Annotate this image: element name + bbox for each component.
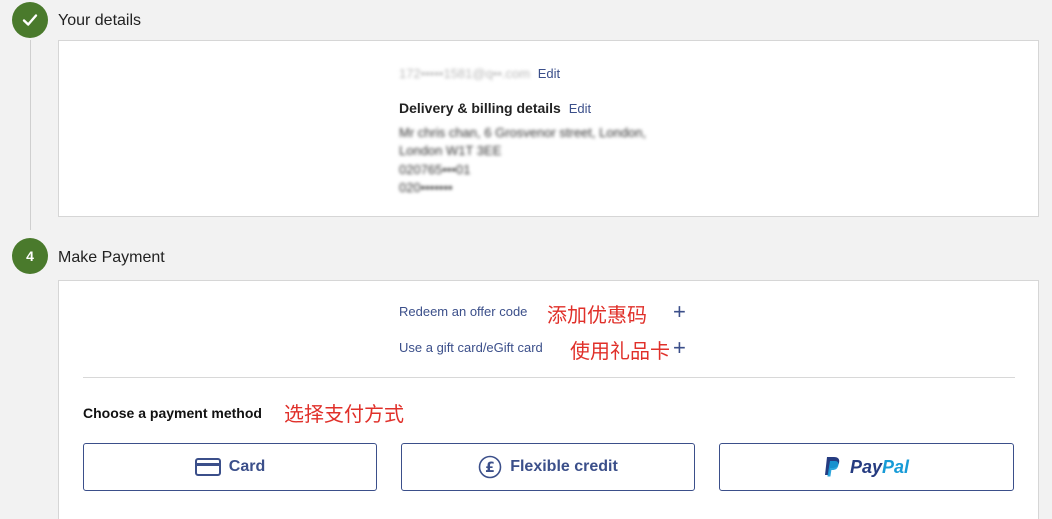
step-title-your-details: Your details [58, 12, 142, 29]
svg-text:£: £ [485, 460, 495, 476]
address-line-2: London W1T 3EE [399, 143, 502, 158]
step-4-badge: 4 [12, 238, 48, 274]
details-panel: 172•••••1581@q••.com Edit Delivery & bil… [58, 40, 1039, 217]
gift-card-link[interactable]: Use a gift card/eGift card [399, 340, 543, 355]
pound-coin-icon: £ [478, 455, 502, 479]
step-rail [30, 40, 31, 230]
flexible-credit-button[interactable]: £ Flexible credit [401, 443, 695, 491]
divider [83, 377, 1015, 378]
step-title-make-payment: Make Payment [58, 249, 165, 266]
add-gift-card-plus-icon[interactable]: + [673, 337, 686, 359]
paypal-word-pay: Pay [849, 456, 882, 477]
paypal-button[interactable]: PayPal [719, 443, 1014, 491]
paypal-logo-icon [824, 457, 840, 477]
email-line: 172•••••1581@q••.com Edit [399, 66, 560, 81]
card-label: Card [228, 458, 266, 475]
paypal-word-pal: Pal [882, 456, 910, 477]
gift-annotation: 使用礼品卡 [570, 339, 670, 363]
phone-line-2: 020••••••• [399, 180, 453, 195]
step-complete-badge [12, 2, 48, 38]
address-line-1: Mr chris chan, 6 Grosvenor street, Londo… [399, 125, 647, 140]
paypal-wordmark: PayPal [850, 457, 909, 478]
redeem-offer-link[interactable]: Redeem an offer code [399, 304, 527, 319]
choose-payment-label: Choose a payment method [83, 405, 262, 421]
delivery-edit-link[interactable]: Edit [569, 101, 591, 116]
check-icon [22, 14, 38, 26]
card-payment-button[interactable]: Card [83, 443, 377, 491]
email-value: 172•••••1581@q••.com [399, 66, 531, 81]
add-offer-plus-icon[interactable]: + [673, 301, 686, 323]
offer-annotation: 添加优惠码 [547, 303, 647, 327]
credit-card-icon [194, 458, 221, 476]
payment-panel: Redeem an offer code 添加优惠码 + Use a gift … [58, 280, 1039, 519]
phone-line-1: 020765•••01 [399, 162, 471, 177]
delivery-heading-label: Delivery & billing details [399, 100, 561, 116]
flexible-credit-label: Flexible credit [510, 458, 618, 475]
email-edit-link[interactable]: Edit [538, 66, 560, 81]
choose-annotation: 选择支付方式 [284, 402, 404, 426]
delivery-billing-heading: Delivery & billing details Edit [399, 100, 591, 116]
